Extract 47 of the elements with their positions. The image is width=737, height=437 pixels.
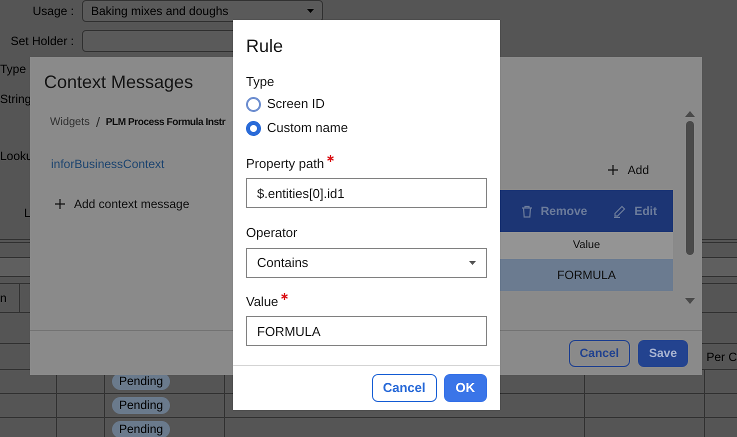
breadcrumb-current: PLM Process Formula Instr — [106, 116, 226, 130]
remove-button[interactable]: Remove — [520, 202, 588, 220]
field-label: Usage : — [32, 3, 74, 20]
dropdown-field[interactable]: Baking mixes and doughs — [82, 0, 323, 22]
dropdown-caret-icon — [307, 9, 314, 13]
dropdown-value: Baking mixes and doughs — [91, 3, 230, 20]
column-header: Value — [572, 238, 602, 254]
breadcrumb-separator-icon — [96, 117, 100, 128]
scrollbar[interactable] — [685, 111, 695, 304]
breadcrumb-link[interactable]: Widgets — [50, 114, 90, 130]
status-badge: Pending — [112, 397, 170, 414]
scroll-down-arrow-icon — [685, 298, 695, 304]
dropdown-value: Contains — [257, 254, 308, 272]
column-header: Per C — [705, 348, 737, 366]
trash-icon — [520, 204, 533, 218]
status-badge: Pending — [112, 421, 170, 437]
add-button[interactable]: Add — [608, 161, 649, 179]
field-label: Type — [246, 73, 276, 91]
input-field[interactable]: FORMULA — [246, 316, 487, 346]
dialog-title: Rule — [246, 35, 284, 58]
field-label: Property path — [246, 154, 324, 173]
radio-option[interactable]: Screen ID — [246, 94, 487, 114]
add-context-message-button[interactable]: Add context message — [55, 194, 190, 212]
table-cell-text: FORMULA — [556, 267, 617, 284]
column-header: n — [0, 284, 20, 312]
context-message-link[interactable]: inforBusinessContext — [44, 154, 233, 172]
field-label: Set Holder : — [10, 33, 74, 50]
dialog-title: Context Messages — [44, 71, 194, 94]
radio-option[interactable]: Custom name — [246, 118, 487, 138]
pencil-icon — [613, 204, 626, 218]
ok-button[interactable]: OK — [444, 374, 487, 402]
scroll-up-arrow-icon — [685, 111, 695, 117]
cancel-button[interactable]: Cancel — [372, 374, 436, 402]
field-label: Type — [0, 61, 26, 78]
cancel-button[interactable]: Cancel — [568, 340, 630, 366]
dropdown-field[interactable]: Contains — [246, 248, 487, 278]
field-label: Operator — [246, 224, 298, 242]
plus-icon — [608, 165, 618, 175]
save-button[interactable]: Save — [638, 340, 688, 366]
plus-icon — [55, 198, 65, 208]
field-label: L — [24, 205, 31, 222]
radio-button[interactable] — [246, 96, 261, 112]
field-label: Value — [246, 292, 278, 310]
edit-button[interactable]: Edit — [613, 202, 657, 220]
radio-button[interactable] — [246, 120, 261, 136]
input-field[interactable]: $.entities[0].id1 — [246, 178, 487, 208]
field-label: String — [0, 91, 32, 108]
